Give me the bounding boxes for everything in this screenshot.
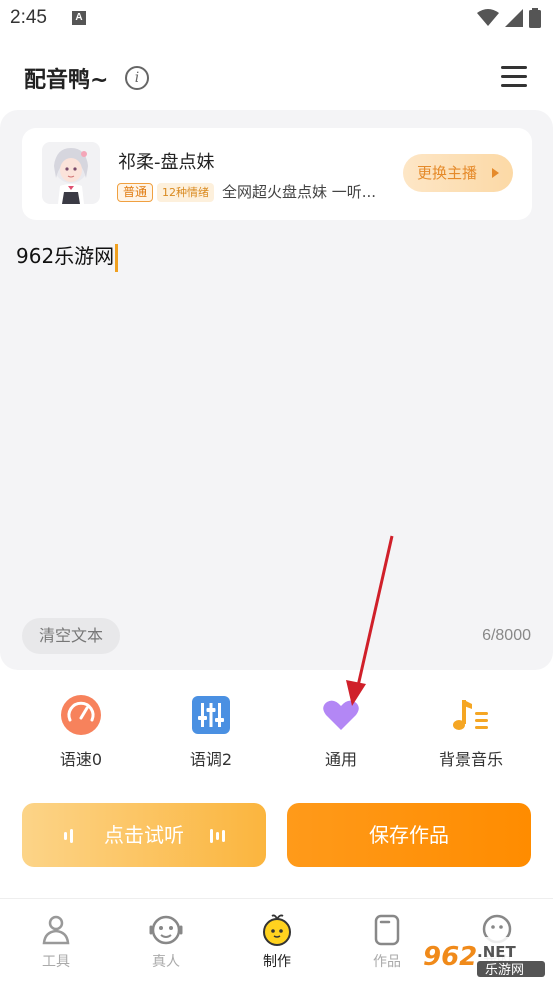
change-anchor-button[interactable]: 更换主播 bbox=[403, 154, 513, 192]
nav-tools-label: 工具 bbox=[42, 954, 70, 970]
heart-icon bbox=[320, 694, 362, 736]
face-icon bbox=[149, 913, 183, 947]
editor-text: 962乐游网 bbox=[16, 244, 115, 268]
notification-a-icon: A bbox=[72, 11, 86, 25]
text-cursor bbox=[115, 243, 119, 272]
app-title: 配音鸭~ bbox=[24, 68, 109, 93]
tool-bgm[interactable]: 背景音乐 bbox=[416, 694, 526, 770]
anchor-description: 全网超火盘点妹 一听... bbox=[222, 183, 377, 201]
badge-normal: 普通 bbox=[117, 183, 154, 202]
nav-human-label: 真人 bbox=[152, 954, 180, 970]
watermark-logo: 962 .NET 乐游网 bbox=[415, 935, 550, 981]
svg-text:962: 962 bbox=[423, 942, 477, 972]
clear-text-button[interactable]: 清空文本 bbox=[22, 618, 120, 654]
duck-icon bbox=[260, 913, 294, 947]
tone-sliders-icon bbox=[190, 694, 232, 736]
status-time: 2:45 bbox=[10, 7, 47, 28]
anchor-name: 祁柔-盘点妹 bbox=[118, 152, 215, 173]
tool-speed-label: 语速0 bbox=[59, 750, 103, 769]
char-count: 6/8000 bbox=[482, 627, 531, 644]
nav-create-label: 制作 bbox=[263, 954, 291, 970]
badge-emotion: 12种情绪 bbox=[157, 183, 214, 202]
preview-button[interactable]: 点击试听 bbox=[22, 803, 266, 867]
play-triangle-icon bbox=[492, 168, 499, 178]
tool-speed[interactable]: 语速0 bbox=[26, 694, 136, 770]
preview-label: 点击试听 bbox=[104, 823, 184, 847]
svg-text:乐游网: 乐游网 bbox=[485, 963, 524, 978]
svg-text:.NET: .NET bbox=[477, 943, 516, 961]
nav-human[interactable]: 真人 bbox=[126, 913, 206, 971]
tool-style[interactable]: 通用 bbox=[286, 694, 396, 770]
speed-gauge-icon bbox=[60, 694, 102, 736]
signal-icon bbox=[505, 9, 523, 27]
wave-right-icon bbox=[210, 829, 225, 843]
status-bar: 2:45 A bbox=[0, 0, 553, 38]
nav-tools[interactable]: 工具 bbox=[16, 913, 96, 971]
tool-style-label: 通用 bbox=[324, 750, 357, 769]
anchor-avatar bbox=[42, 142, 100, 204]
save-button[interactable]: 保存作品 bbox=[287, 803, 531, 867]
battery-icon bbox=[529, 8, 541, 28]
works-icon bbox=[370, 913, 404, 947]
change-anchor-label: 更换主播 bbox=[417, 164, 478, 182]
tools-user-icon bbox=[39, 913, 73, 947]
text-editor[interactable]: 962乐游网 bbox=[16, 240, 119, 272]
tool-tone[interactable]: 语调2 bbox=[156, 694, 266, 770]
tool-tone-label: 语调2 bbox=[189, 750, 233, 769]
music-note-icon bbox=[450, 694, 492, 736]
status-indicators bbox=[477, 8, 541, 28]
wifi-icon bbox=[477, 9, 499, 26]
info-icon[interactable]: i bbox=[125, 66, 149, 90]
tool-bgm-label: 背景音乐 bbox=[438, 750, 503, 769]
menu-icon[interactable] bbox=[501, 66, 527, 88]
wave-left-icon bbox=[64, 829, 73, 843]
nav-create[interactable]: 制作 bbox=[237, 913, 317, 971]
